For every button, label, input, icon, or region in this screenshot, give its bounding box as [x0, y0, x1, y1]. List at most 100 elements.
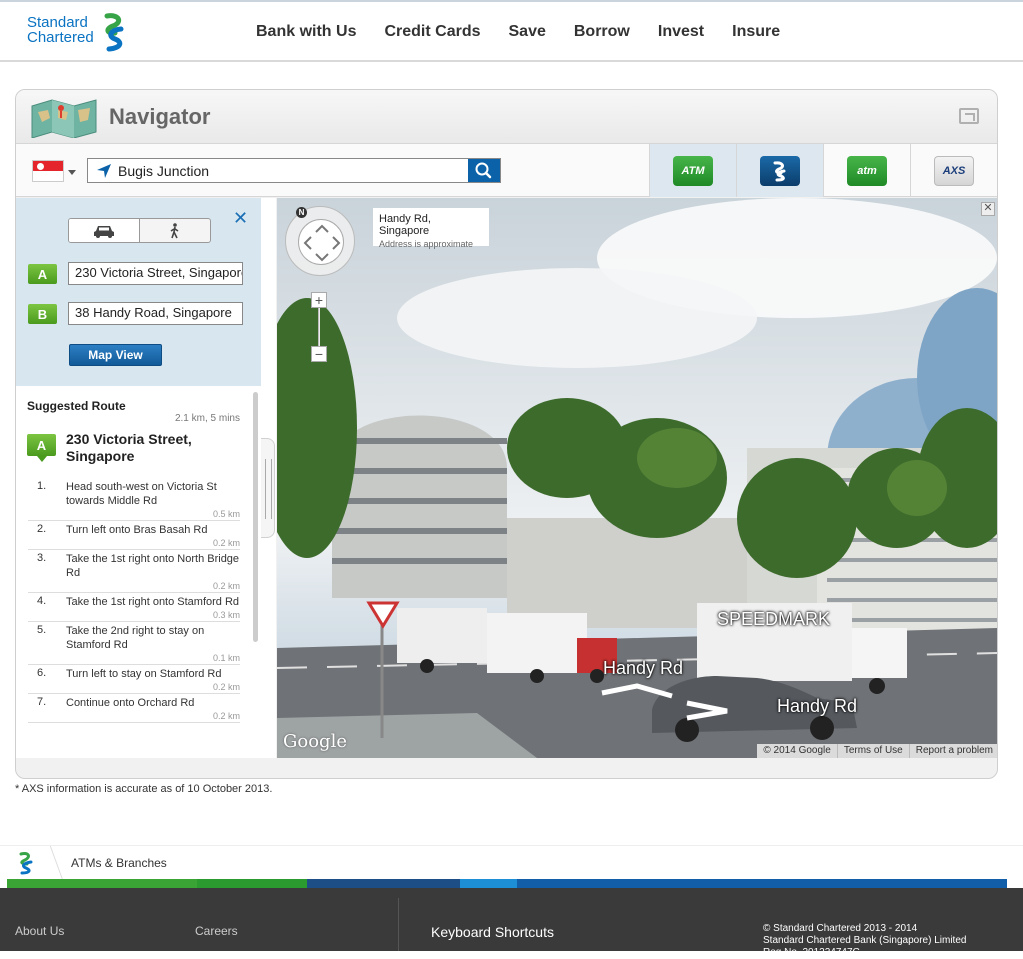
sc-swirl-icon	[104, 13, 124, 52]
navigator-title: Navigator	[109, 104, 211, 129]
zoom-slider[interactable]	[318, 308, 320, 346]
navigator-header: Navigator	[16, 90, 997, 144]
collapse-panel-handle[interactable]	[261, 438, 275, 538]
step-number: 1.	[37, 480, 47, 492]
color-segment	[197, 879, 307, 888]
breadcrumb: ATMs & Branches	[0, 845, 1023, 880]
atm-bubble-icon: ATM	[673, 155, 713, 186]
copyright-line: Reg No. 201224747C	[763, 947, 860, 958]
step-text: Take the 1st right onto North Bridge Rd	[66, 553, 240, 579]
sc-swirl-icon[interactable]	[17, 851, 35, 875]
poi-filter-tabs: ATM atm AXS	[649, 144, 997, 197]
walk-mode-button[interactable]	[140, 219, 210, 242]
tab-branch[interactable]	[736, 144, 823, 197]
pan-arrows-icon	[303, 224, 341, 262]
nav-borrow[interactable]: Borrow	[560, 23, 644, 41]
road-label[interactable]: Handy Rd	[777, 696, 857, 717]
nav-insure[interactable]: Insure	[718, 23, 794, 41]
step-number: 4.	[37, 595, 47, 607]
destination-pin: B	[28, 304, 57, 324]
compass-control[interactable]: N	[285, 206, 355, 276]
search-toolbar: ATM atm AXS	[16, 144, 997, 197]
step-distance: 0.1 km	[212, 653, 240, 663]
close-street-view-icon[interactable]: ✕	[981, 202, 995, 216]
travel-mode-toggle	[68, 218, 211, 243]
color-segment	[517, 879, 1007, 888]
sc-branch-bubble-icon	[760, 155, 800, 186]
tab-atm-plus[interactable]: atm	[823, 144, 910, 197]
drive-mode-button[interactable]	[69, 219, 140, 242]
destination-field[interactable]: 38 Handy Road, Singapore	[68, 302, 243, 325]
singapore-flag-icon[interactable]	[32, 160, 64, 182]
nav-invest[interactable]: Invest	[644, 23, 718, 41]
map-attribution: © 2014 Google Terms of Use Report a prob…	[757, 744, 997, 758]
route-step[interactable]: 1. Head south-west on Victoria St toward…	[28, 478, 240, 521]
nav-save[interactable]: Save	[495, 23, 560, 41]
locate-arrow-icon[interactable]	[96, 163, 112, 179]
zoom-out-button[interactable]: −	[311, 346, 327, 362]
terms-of-use-link[interactable]: Terms of Use	[836, 744, 909, 758]
route-title-text: Suggested Route	[27, 399, 126, 413]
tab-atm[interactable]: ATM	[649, 144, 736, 197]
close-directions-icon[interactable]: ✕	[233, 208, 248, 229]
road-label[interactable]: Handy Rd	[603, 658, 683, 679]
breadcrumb-separator	[38, 846, 64, 880]
route-step[interactable]: 6. Turn left to stay on Stamford Rd 0.2 …	[28, 665, 240, 694]
street-view[interactable]: SPEEDMARK N + − Handy Rd, Singapore Addr…	[277, 198, 997, 758]
step-distance: 0.2 km	[212, 538, 240, 548]
report-problem-link[interactable]: Report a problem	[908, 744, 997, 758]
world-map-icon	[31, 99, 97, 138]
expand-icon[interactable]	[959, 108, 979, 124]
copyright-line: Standard Chartered Bank (Singapore) Limi…	[763, 935, 967, 946]
color-segment	[7, 879, 197, 888]
main-navigation: Bank with Us Credit Cards Save Borrow In…	[242, 23, 794, 41]
step-distance: 0.2 km	[212, 682, 240, 692]
walking-person-icon	[170, 222, 179, 238]
search-button[interactable]	[468, 159, 500, 182]
panel-divider	[261, 198, 276, 758]
step-distance: 0.5 km	[212, 509, 240, 519]
route-step[interactable]: 3. Take the 1st right onto North Bridge …	[28, 550, 240, 593]
search-icon	[475, 162, 492, 179]
chevron-down-icon[interactable]	[68, 170, 76, 175]
tab-axs[interactable]: AXS	[910, 144, 997, 197]
footer-careers-link[interactable]: Careers	[195, 924, 238, 938]
step-text: Turn left to stay on Stamford Rd	[66, 668, 222, 680]
keyboard-shortcuts-link[interactable]: Keyboard Shortcuts	[431, 924, 554, 940]
footer-color-bar	[7, 879, 1007, 888]
color-segment	[460, 879, 517, 888]
step-distance: 0.2 km	[212, 711, 240, 721]
logo-line-2: Chartered	[27, 29, 94, 46]
car-icon	[94, 225, 114, 238]
route-step[interactable]: 2. Turn left onto Bras Basah Rd 0.2 km	[28, 521, 240, 550]
step-number: 7.	[37, 696, 47, 708]
origin-field[interactable]: 230 Victoria Street, Singapore	[68, 262, 243, 285]
pan-control[interactable]	[298, 219, 344, 265]
route-step[interactable]: 5. Take the 2nd right to stay on Stamfor…	[28, 622, 240, 665]
directions-form: ✕ A 230 Victoria Street, Singapore B 38 …	[16, 198, 261, 386]
step-number: 3.	[37, 552, 47, 564]
street-truck-label: SPEEDMARK	[717, 609, 831, 629]
address-text: Handy Rd, Singapore	[379, 213, 431, 237]
nav-credit-cards[interactable]: Credit Cards	[370, 23, 494, 41]
route-step[interactable]: 7. Continue onto Orchard Rd 0.2 km	[28, 694, 240, 723]
route-steps: 1. Head south-west on Victoria St toward…	[28, 478, 240, 723]
search-input[interactable]	[118, 162, 458, 180]
route-step[interactable]: 4. Take the 1st right onto Stamford Rd 0…	[28, 593, 240, 622]
copyright-line: © Standard Chartered 2013 - 2014	[763, 923, 918, 934]
zoom-control: + −	[311, 292, 329, 362]
footer-about-link[interactable]: About Us	[15, 924, 64, 938]
nav-bank-with-us[interactable]: Bank with Us	[242, 23, 370, 41]
north-indicator: N	[296, 207, 307, 218]
breadcrumb-atms-branches[interactable]: ATMs & Branches	[71, 856, 167, 870]
map-view-button[interactable]: Map View	[69, 344, 162, 366]
standard-chartered-logo[interactable]: Standard Chartered	[27, 12, 137, 52]
step-text: Head south-west on Victoria St towards M…	[66, 481, 217, 507]
zoom-in-button[interactable]: +	[311, 292, 327, 308]
axs-note: * AXS information is accurate as of 10 O…	[15, 783, 273, 795]
color-segment	[307, 879, 460, 888]
google-logo: Google	[283, 731, 347, 752]
route-scrollbar[interactable]	[253, 392, 258, 642]
step-text: Turn left onto Bras Basah Rd	[66, 524, 208, 536]
sc-swirl-icon	[773, 160, 786, 181]
